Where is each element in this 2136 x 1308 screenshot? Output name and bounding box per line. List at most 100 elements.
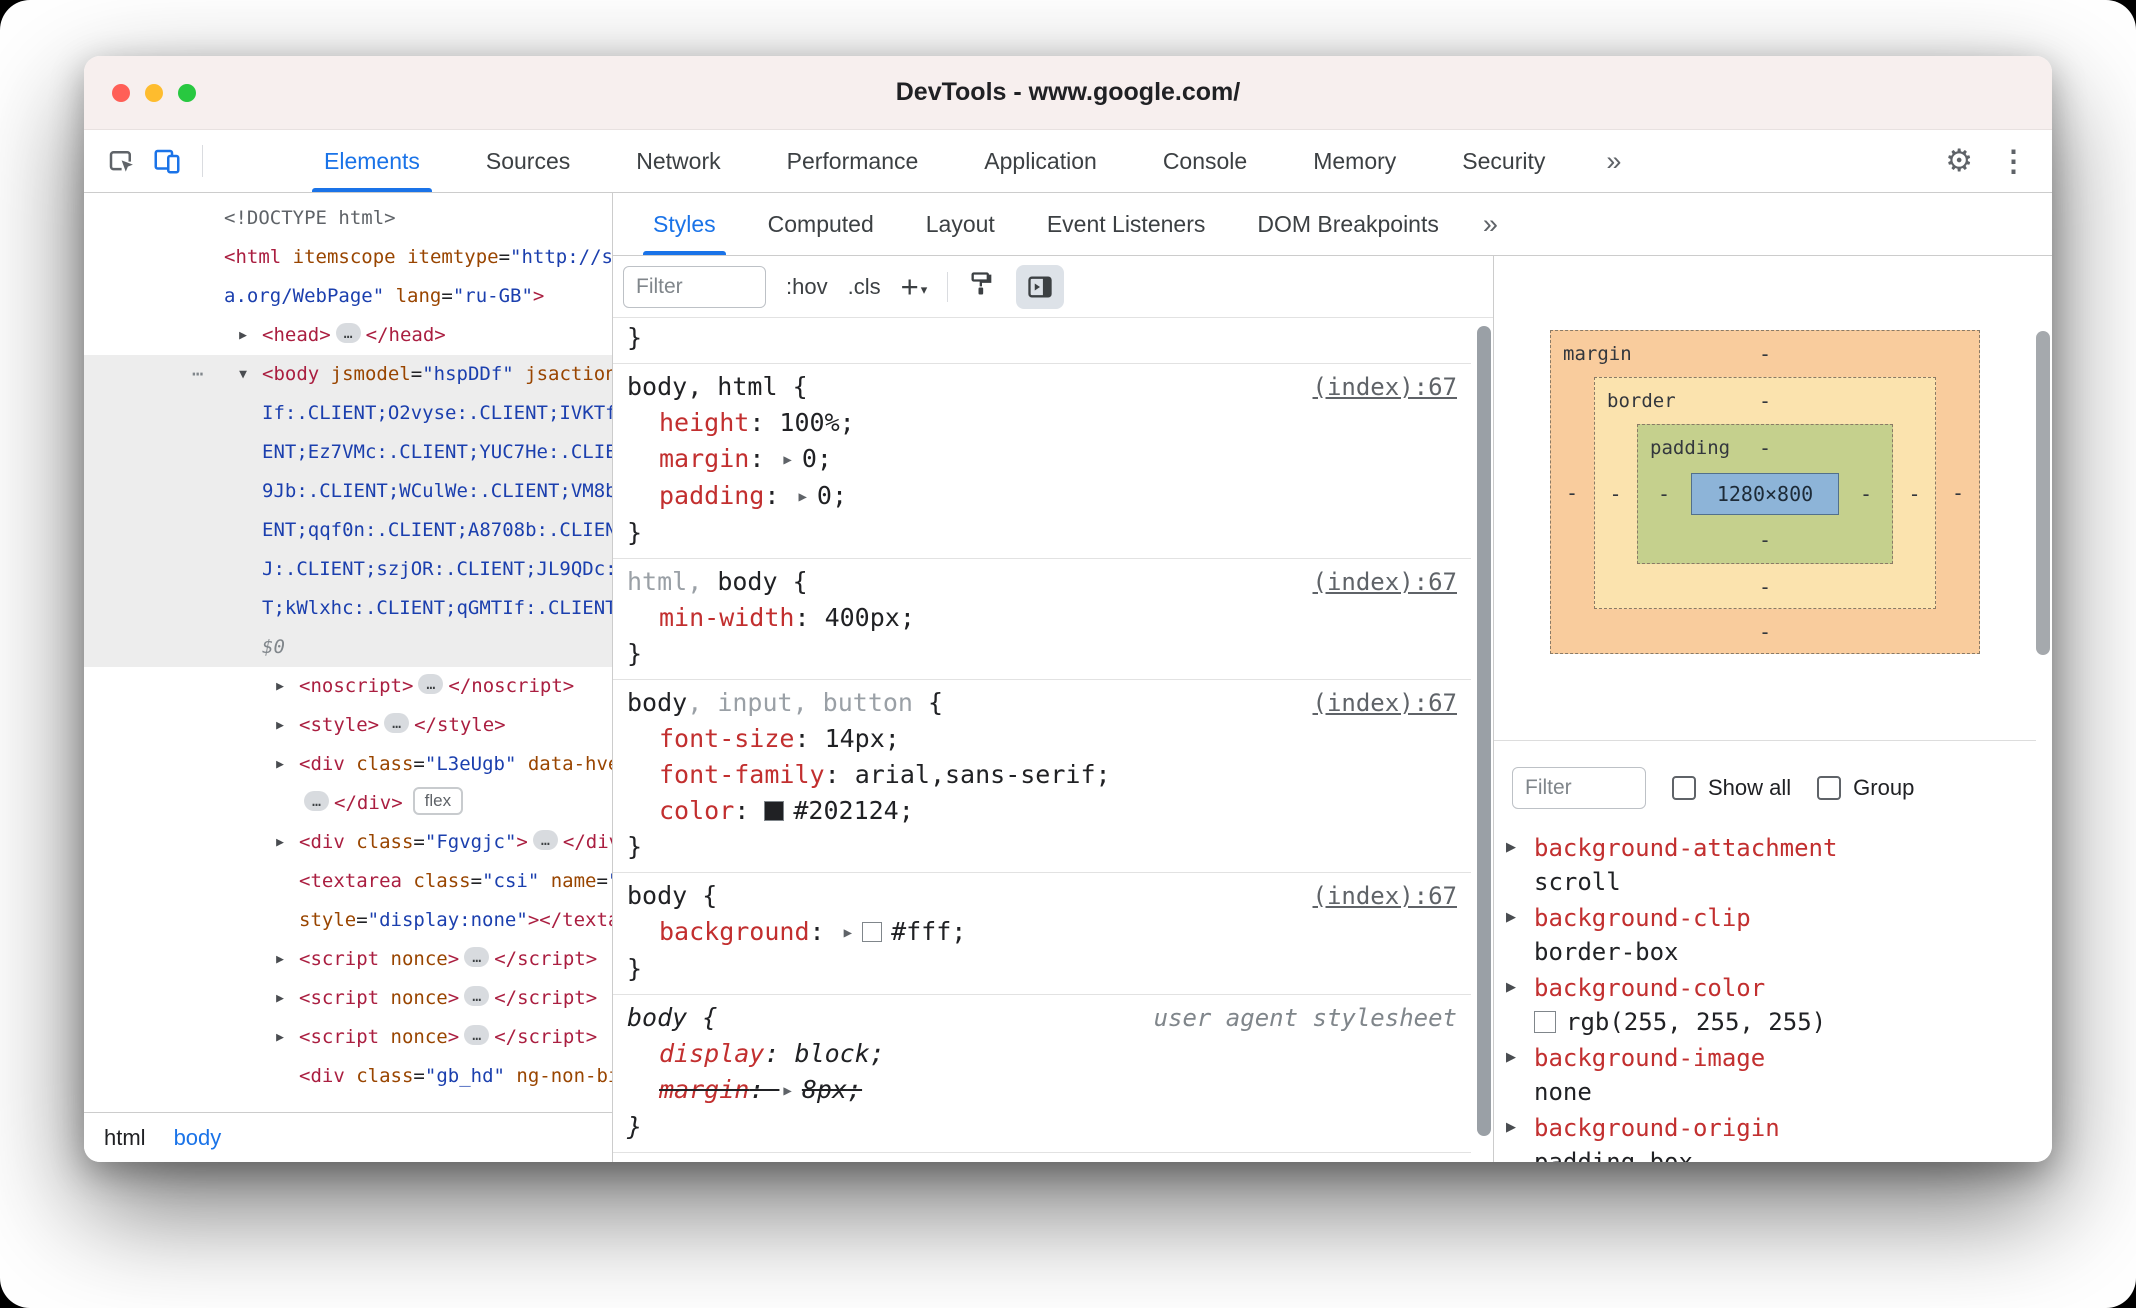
styles-scrollbar[interactable]: [1477, 318, 1491, 1162]
tab-sources[interactable]: Sources: [462, 130, 594, 192]
show-all-checkbox[interactable]: [1672, 776, 1696, 800]
css-declaration[interactable]: font-family: arial,sans-serif;: [627, 757, 1457, 793]
inline-expand-icon[interactable]: …: [304, 791, 330, 811]
flex-badge[interactable]: flex: [412, 787, 464, 815]
dom-tree-line[interactable]: <!DOCTYPE html>: [84, 199, 612, 238]
css-declaration[interactable]: font-size: 14px;: [627, 721, 1457, 757]
device-toolbar-icon[interactable]: [144, 138, 190, 184]
box-model-content[interactable]: 1280×800: [1691, 473, 1839, 515]
computed-property[interactable]: ▶ background-attachment scroll: [1494, 831, 2036, 901]
inline-expand-icon[interactable]: …: [335, 323, 361, 343]
inspect-element-icon[interactable]: [98, 138, 144, 184]
expand-arrow-icon[interactable]: ▶: [1506, 909, 1516, 925]
tab-console[interactable]: Console: [1139, 130, 1271, 192]
css-declaration[interactable]: display: block;: [627, 1036, 1457, 1072]
css-declaration[interactable]: height: 100%;: [627, 405, 1457, 441]
scrollbar-thumb[interactable]: [1477, 326, 1491, 1136]
expand-arrow-icon[interactable]: ▶: [1506, 979, 1516, 995]
expand-arrow-icon[interactable]: ▶: [269, 1018, 291, 1057]
sidebar-tab-event-listeners[interactable]: Event Listeners: [1031, 193, 1222, 255]
sidebar-scrollbar[interactable]: [2036, 256, 2050, 1162]
close-window-button[interactable]: [112, 83, 130, 102]
more-tabs-icon[interactable]: »: [1606, 146, 1621, 177]
box-model-padding[interactable]: padding - - 1280×800 - -: [1637, 424, 1893, 564]
tab-application[interactable]: Application: [960, 130, 1121, 192]
inline-expand-icon[interactable]: …: [464, 1025, 490, 1045]
dom-tree-line[interactable]: <div class="gb_hd" ng-non-bindable>: [84, 1057, 612, 1096]
expand-shorthand-icon[interactable]: ▶: [844, 915, 852, 951]
tab-performance[interactable]: Performance: [763, 130, 943, 192]
dom-tree-line[interactable]: ▶ <div class="Fgvgjc">…</div>: [84, 823, 612, 862]
css-declaration[interactable]: background: ▶ #fff;: [627, 914, 1457, 951]
dom-tree-line[interactable]: <html itemscope itemtype="http://schema.…: [84, 238, 612, 316]
breadcrumb-item-body[interactable]: body: [174, 1125, 222, 1151]
dom-tree-line[interactable]: … </div> flex: [84, 784, 612, 823]
dom-tree-line[interactable]: ▶ <script nonce>… </script>: [84, 1018, 612, 1057]
color-swatch[interactable]: [1534, 1011, 1556, 1033]
zoom-window-button[interactable]: [178, 83, 196, 102]
css-declaration[interactable]: margin: ▶ 8px;: [627, 1072, 1457, 1109]
tab-network[interactable]: Network: [612, 130, 744, 192]
expand-arrow-icon[interactable]: ▶: [269, 745, 291, 784]
css-declaration[interactable]: margin: ▶ 0;: [627, 441, 1457, 478]
expand-arrow-icon[interactable]: ▶: [1506, 839, 1516, 855]
expand-arrow-icon[interactable]: ▶: [1506, 1049, 1516, 1065]
expand-arrow-icon[interactable]: ▶: [232, 316, 254, 355]
expand-arrow-icon[interactable]: ▶: [269, 667, 291, 706]
computed-property[interactable]: ▶ background-origin padding-box: [1494, 1111, 2036, 1162]
inline-expand-icon[interactable]: …: [464, 986, 490, 1006]
dom-tree-line[interactable]: style="display:none"></textarea>: [84, 901, 612, 940]
group-checkbox[interactable]: [1817, 776, 1842, 800]
expand-arrow-icon[interactable]: ▶: [269, 706, 291, 745]
dom-tree-line[interactable]: ▶ <script nonce>… </script>: [84, 940, 612, 979]
tab-memory[interactable]: Memory: [1289, 130, 1420, 192]
stylesheet-source-link[interactable]: (index):67: [1313, 564, 1458, 600]
settings-gear-icon[interactable]: ⚙: [1945, 143, 1973, 179]
dom-tree-line[interactable]: ▶ <style>… </style>: [84, 706, 612, 745]
css-declaration[interactable]: padding: ▶ 0;: [627, 478, 1457, 515]
expand-arrow-icon[interactable]: ▶: [269, 940, 291, 979]
dom-tree-line[interactable]: <textarea class="csi" name="csi": [84, 862, 612, 901]
customize-menu-icon[interactable]: ⋮: [1999, 144, 2028, 179]
tab-security[interactable]: Security: [1438, 130, 1569, 192]
dom-tree-line[interactable]: ▶ <noscript>… </noscript>: [84, 667, 612, 706]
expand-shorthand-icon[interactable]: ▶: [783, 1073, 791, 1109]
color-swatch[interactable]: [862, 922, 883, 942]
css-declaration[interactable]: color: #202124;: [627, 793, 1457, 829]
dom-tree-line[interactable]: ⋯▼<body jsmodel="hspDDf" jsaction="xjhTI…: [84, 355, 612, 667]
inline-expand-icon[interactable]: …: [464, 947, 490, 967]
sidebar-tab-layout[interactable]: Layout: [910, 193, 1011, 255]
toggle-element-classes-button[interactable]: .cls: [848, 274, 881, 300]
color-swatch[interactable]: [764, 801, 785, 821]
breadcrumb-item-html[interactable]: html: [104, 1125, 146, 1151]
stylesheet-source-link[interactable]: (index):67: [1313, 878, 1458, 914]
sidebar-tab-dom-breakpoints[interactable]: DOM Breakpoints: [1241, 193, 1455, 255]
box-model-border[interactable]: border - - padding - - 1280×800 - - - -: [1594, 377, 1936, 609]
expand-arrow-icon[interactable]: ▶: [269, 823, 291, 862]
box-model-margin[interactable]: margin - - border - - padding - - 1280×8…: [1550, 330, 1980, 654]
new-style-rule-button[interactable]: + ▾: [901, 269, 928, 305]
minimize-window-button[interactable]: [145, 83, 163, 102]
dom-tree-line[interactable]: ▶ <head>… </head>: [84, 316, 612, 355]
node-options-icon[interactable]: ⋯: [192, 355, 203, 394]
sidebar-tab-computed[interactable]: Computed: [752, 193, 890, 255]
scrollbar-thumb[interactable]: [2036, 331, 2050, 655]
computed-property[interactable]: ▶ background-clip border-box: [1494, 901, 2036, 971]
expand-arrow-icon[interactable]: ▶: [1506, 1119, 1516, 1135]
more-sidebar-tabs-icon[interactable]: »: [1483, 209, 1498, 240]
computed-property[interactable]: ▶ background-image none: [1494, 1041, 2036, 1111]
expand-arrow-icon[interactable]: ▶: [269, 979, 291, 1018]
toggle-pseudo-state-button[interactable]: :hov: [786, 274, 828, 300]
dom-tree-line[interactable]: ▶ <script nonce>… </script>: [84, 979, 612, 1018]
expand-shorthand-icon[interactable]: ▶: [783, 442, 791, 478]
computed-property[interactable]: ▶ background-color rgb(255, 255, 255): [1494, 971, 2036, 1041]
collapse-arrow-icon[interactable]: ▼: [232, 355, 254, 394]
stylesheet-source-link[interactable]: (index):67: [1313, 369, 1458, 405]
computed-filter-input[interactable]: [1512, 767, 1646, 809]
sidebar-tab-styles[interactable]: Styles: [637, 193, 732, 255]
css-declaration[interactable]: min-width: 400px;: [627, 600, 1457, 636]
inline-expand-icon[interactable]: …: [384, 713, 410, 733]
computed-sidebar-toggle-icon[interactable]: [1016, 264, 1065, 309]
inline-expand-icon[interactable]: …: [532, 830, 558, 850]
expand-shorthand-icon[interactable]: ▶: [798, 479, 806, 515]
